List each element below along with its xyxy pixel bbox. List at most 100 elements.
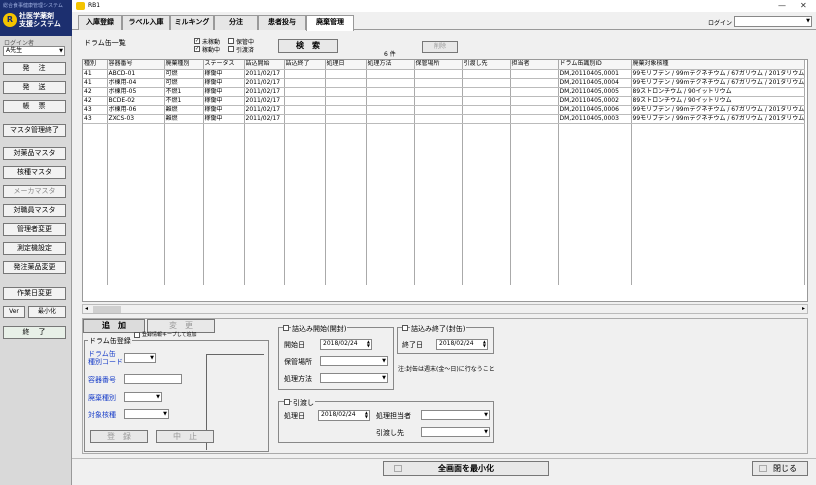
container-number-input[interactable] (124, 374, 182, 384)
close-button[interactable]: 閉じる (752, 461, 808, 476)
column-header[interactable]: 保管場所 (414, 60, 463, 70)
column-header[interactable]: ドラム缶識別ID (558, 60, 632, 70)
minimize-icon[interactable]: — (778, 1, 786, 10)
device-settings-button[interactable]: 測定機設定 (3, 242, 66, 255)
table-cell (510, 87, 559, 97)
table-cell: 不燃1 (164, 87, 204, 97)
table-row[interactable]: 41 ABCD-01 可燃 稼働中 2011/02/17 DM,20110405,0001… (83, 69, 806, 79)
filter-active-checkbox[interactable]: ✓ (194, 46, 200, 52)
start-checkbox[interactable] (283, 325, 289, 331)
table-header-row: 種別 容器番号 廃棄種別 ステータス 詰込開始 詰込終了 処理日 処理方法 保管場所 引渡し先 担当… (83, 60, 806, 70)
table-cell: 難燃 (164, 105, 204, 115)
table-row[interactable]: 42 BCDE-02 不燃1 稼働中 2011/02/17 DM,20110405,000… (83, 96, 806, 106)
keep-info-checkbox[interactable] (134, 332, 140, 338)
table-cell (414, 105, 463, 115)
order-button[interactable]: 発 注 (3, 62, 66, 75)
search-button[interactable]: 検 索 (278, 39, 338, 53)
horizontal-scrollbar[interactable]: ◂ ▸ (82, 304, 808, 314)
drum-register-divider (206, 354, 264, 355)
user-select[interactable]: A先生 ▼ (3, 46, 65, 56)
column-header[interactable]: ステータス (203, 60, 245, 70)
table-cell (366, 96, 415, 106)
tab-milking[interactable]: ミルキング (170, 15, 214, 30)
drum-code-select[interactable]: ▼ (124, 353, 156, 363)
storage-select[interactable]: ▼ (320, 356, 388, 366)
staff-master-button[interactable]: 対職員マスタ (3, 204, 66, 217)
handover-date-input[interactable]: 2018/02/24 ▲ ▼ (318, 410, 370, 421)
empty-row (83, 276, 806, 285)
report-button[interactable]: 帳 票 (3, 100, 66, 113)
end-date-label: 終了日 (402, 341, 423, 349)
register-button[interactable]: 登 録 (90, 430, 148, 443)
drug-master-button[interactable]: 対薬品マスタ (3, 147, 66, 160)
tab-patient-dose[interactable]: 患者投与 (258, 15, 306, 30)
table-cell: 可燃 (164, 69, 204, 79)
column-header[interactable]: 容器番号 (107, 60, 165, 70)
column-header[interactable]: 引渡し先 (462, 60, 511, 70)
spin-icon[interactable]: ▲ ▼ (365, 411, 368, 419)
close-icon[interactable]: ✕ (800, 1, 807, 10)
master-end-button[interactable]: マスタ管理終了 (3, 124, 66, 137)
column-header[interactable]: 廃棄対象核種 (631, 60, 806, 70)
column-header[interactable]: 種別 (83, 60, 108, 70)
scroll-right-icon[interactable]: ▸ (802, 305, 805, 312)
filter-handed-checkbox[interactable] (228, 46, 234, 52)
cancel-button[interactable]: 中 止 (156, 430, 214, 443)
table-row[interactable]: 43 ZXCS-03 難燃 稼働中 2011/02/17 DM,20110405,0003… (83, 114, 806, 124)
start-date-label: 開始日 (284, 341, 305, 349)
tab-label-receiving[interactable]: ラベル入庫 (122, 15, 170, 30)
scroll-thumb[interactable] (93, 306, 121, 313)
order-drug-change-button[interactable]: 発注薬品変更 (3, 261, 66, 274)
table-cell (284, 96, 326, 106)
admin-change-button[interactable]: 管理者変更 (3, 223, 66, 236)
waste-type-select[interactable]: ▼ (124, 392, 162, 402)
column-header[interactable]: 詰込開始 (244, 60, 285, 70)
table-cell: DM,20110405,0001 (558, 69, 632, 79)
tab-waste-management[interactable]: 廃棄管理 (306, 15, 354, 31)
spin-icon[interactable]: ▲ ▼ (483, 340, 486, 348)
version-button[interactable]: Ver (3, 306, 25, 318)
column-header[interactable]: 詰込終了 (284, 60, 326, 70)
table-cell: ZXCS-03 (107, 114, 165, 124)
ship-button[interactable]: 発 送 (3, 81, 66, 94)
exit-button[interactable]: 終 了 (3, 326, 66, 339)
table-cell (366, 78, 415, 88)
nuclide-master-button[interactable]: 核種マスタ (3, 166, 66, 179)
column-header[interactable]: 処理方法 (366, 60, 415, 70)
handover-checkbox[interactable] (284, 399, 290, 405)
start-date-input[interactable]: 2018/02/24 ▲ ▼ (320, 339, 372, 350)
method-select[interactable]: ▼ (320, 373, 388, 383)
table-cell (366, 87, 415, 97)
column-header[interactable]: 処理日 (325, 60, 367, 70)
workday-change-button[interactable]: 作業日変更 (3, 287, 66, 300)
table-row[interactable]: 43 ボ棟用-06 難燃 稼働中 2011/02/17 DM,20110405,0006 9… (83, 105, 806, 115)
sidebar-header: 総合食事健康管理システム R 社医学薬剤 支援システム (0, 0, 72, 36)
table-row[interactable]: 41 ボ棟用-04 可燃 稼働中 2011/02/17 DM,20110405,0004 9… (83, 78, 806, 88)
empty-row (83, 222, 806, 231)
login-select[interactable]: ▼ (734, 16, 812, 27)
end-date-input[interactable]: 2018/02/24 ▲ ▼ (436, 339, 488, 350)
tab-receiving[interactable]: 入庫登録 (78, 15, 122, 30)
minimize-all-button[interactable]: 全画面を最小化 (383, 461, 549, 476)
column-header[interactable]: 担当者 (510, 60, 559, 70)
person-select[interactable]: ▼ (421, 410, 490, 420)
spin-icon[interactable]: ▲ ▼ (367, 340, 370, 348)
tab-dispensing[interactable]: 分注 (214, 15, 258, 30)
table-cell: 稼働中 (203, 87, 245, 97)
table-row[interactable]: 42 ボ棟用-05 不燃1 稼働中 2011/02/17 DM,20110405,0005… (83, 87, 806, 97)
maker-master-button[interactable]: メーカマスタ (3, 185, 66, 198)
table-cell: 難燃 (164, 114, 204, 124)
scroll-left-icon[interactable]: ◂ (85, 305, 88, 312)
column-header[interactable]: 廃棄種別 (164, 60, 204, 70)
filter-stored-checkbox[interactable] (228, 38, 234, 44)
minimize-button[interactable]: 最小化 (28, 306, 66, 318)
drum-table: 種別 容器番号 廃棄種別 ステータス 詰込開始 詰込終了 処理日 処理方法 保管場所 引渡し先 担当… (82, 59, 808, 302)
end-checkbox[interactable] (402, 325, 408, 331)
nuclide-select[interactable]: ▼ (124, 409, 169, 419)
delete-button[interactable]: 削除 (422, 41, 458, 53)
table-cell: 可燃 (164, 78, 204, 88)
table-cell: 2011/02/17 (244, 78, 285, 88)
destination-select[interactable]: ▼ (421, 427, 490, 437)
filter-unused-checkbox[interactable]: ✓ (194, 38, 200, 44)
add-button[interactable]: 追 加 (83, 319, 145, 333)
